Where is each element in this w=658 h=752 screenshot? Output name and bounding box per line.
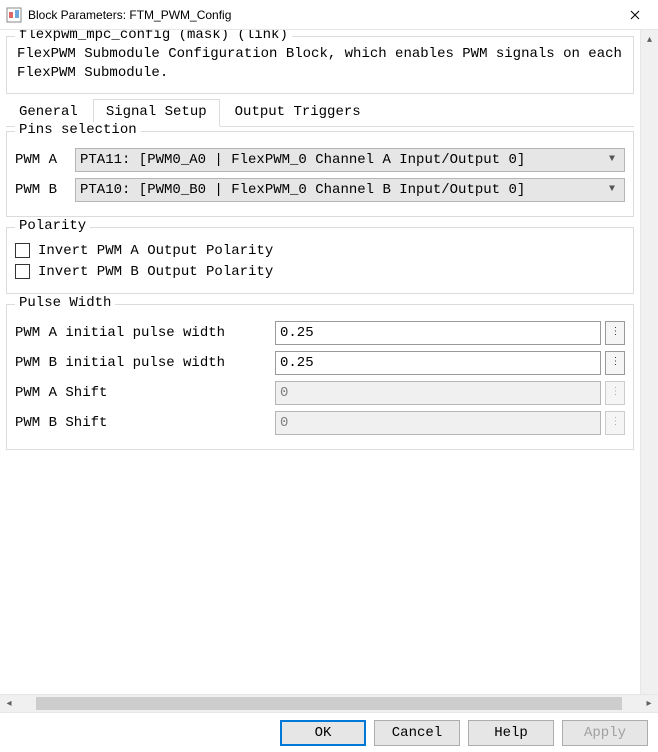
more-icon	[611, 328, 620, 338]
ok-button[interactable]: OK	[280, 720, 366, 746]
pwm-b-value: PTA10: [PWM0_B0 | FlexPWM_0 Channel B In…	[80, 182, 604, 198]
help-button[interactable]: Help	[468, 720, 554, 746]
pwm-a-pulse-input[interactable]: 0.25	[275, 321, 601, 345]
pwm-b-shift-input: 0	[275, 411, 601, 435]
mask-description-text: FlexPWM Submodule Configuration Block, w…	[17, 45, 623, 83]
pwm-a-shift-row: PWM A Shift 0	[15, 381, 625, 405]
pwm-a-dropdown[interactable]: PTA11: [PWM0_A0 | FlexPWM_0 Channel A In…	[75, 148, 625, 172]
pwm-a-pulse-label: PWM A initial pulse width	[15, 325, 275, 341]
invert-pwm-a-checkbox[interactable]: Invert PWM A Output Polarity	[15, 243, 625, 259]
scroll-track[interactable]	[18, 695, 640, 712]
pwm-b-pulse-row: PWM B initial pulse width 0.25	[15, 351, 625, 375]
vertical-scrollbar[interactable]: ▴	[640, 30, 658, 694]
pwm-b-pulse-input[interactable]: 0.25	[275, 351, 601, 375]
pwm-a-value: PTA11: [PWM0_A0 | FlexPWM_0 Channel A In…	[80, 152, 604, 168]
pwm-b-pulse-value: 0.25	[280, 355, 314, 371]
pwm-a-label: PWM A	[15, 152, 75, 168]
more-icon	[611, 358, 620, 368]
titlebar: Block Parameters: FTM_PWM_Config	[0, 0, 658, 30]
tab-output-triggers[interactable]: Output Triggers	[222, 99, 374, 127]
apply-button: Apply	[562, 720, 648, 746]
app-icon	[6, 7, 22, 23]
pulse-width-group: Pulse Width PWM A initial pulse width 0.…	[6, 304, 634, 450]
pwm-b-dropdown[interactable]: PTA10: [PWM0_B0 | FlexPWM_0 Channel B In…	[75, 178, 625, 202]
pwm-a-row: PWM A PTA11: [PWM0_A0 | FlexPWM_0 Channe…	[15, 148, 625, 172]
pwm-a-shift-input: 0	[275, 381, 601, 405]
close-icon	[630, 10, 640, 20]
pwm-a-shift-more-button	[605, 381, 625, 405]
scroll-right-icon[interactable]: ▸	[640, 695, 658, 712]
invert-pwm-b-label: Invert PWM B Output Polarity	[38, 264, 273, 280]
polarity-legend: Polarity	[15, 218, 90, 234]
scroll-up-icon[interactable]: ▴	[641, 30, 658, 48]
pwm-b-shift-row: PWM B Shift 0	[15, 411, 625, 435]
pwm-b-pulse-more-button[interactable]	[605, 351, 625, 375]
pwm-a-shift-label: PWM A Shift	[15, 385, 275, 401]
dialog-body: flexpwm_mpc_config (mask) (link) FlexPWM…	[0, 30, 640, 694]
pwm-a-pulse-more-button[interactable]	[605, 321, 625, 345]
polarity-group: Polarity Invert PWM A Output Polarity In…	[6, 227, 634, 294]
window-title: Block Parameters: FTM_PWM_Config	[28, 8, 612, 22]
pwm-b-shift-more-button	[605, 411, 625, 435]
pwm-b-shift-label: PWM B Shift	[15, 415, 275, 431]
pwm-a-pulse-row: PWM A initial pulse width 0.25	[15, 321, 625, 345]
mask-legend: flexpwm_mpc_config (mask) (link)	[15, 30, 292, 43]
pwm-b-row: PWM B PTA10: [PWM0_B0 | FlexPWM_0 Channe…	[15, 178, 625, 202]
pwm-b-shift-value: 0	[280, 415, 288, 431]
pwm-a-pulse-value: 0.25	[280, 325, 314, 341]
horizontal-scrollbar[interactable]: ◂ ▸	[0, 694, 658, 712]
button-bar: OK Cancel Help Apply	[0, 712, 658, 752]
pins-selection-legend: Pins selection	[15, 122, 141, 138]
more-icon	[611, 388, 620, 398]
chevron-down-icon: ▼	[604, 154, 620, 165]
invert-pwm-b-checkbox[interactable]: Invert PWM B Output Polarity	[15, 264, 625, 280]
checkbox-box-icon	[15, 264, 30, 279]
pwm-a-shift-value: 0	[280, 385, 288, 401]
scroll-thumb[interactable]	[36, 697, 622, 710]
window-close-button[interactable]	[612, 0, 658, 30]
checkbox-box-icon	[15, 243, 30, 258]
pins-selection-group: Pins selection PWM A PTA11: [PWM0_A0 | F…	[6, 131, 634, 217]
chevron-down-icon: ▼	[604, 184, 620, 195]
pulse-width-legend: Pulse Width	[15, 295, 115, 311]
scroll-left-icon[interactable]: ◂	[0, 695, 18, 712]
invert-pwm-a-label: Invert PWM A Output Polarity	[38, 243, 273, 259]
cancel-button[interactable]: Cancel	[374, 720, 460, 746]
mask-description-group: flexpwm_mpc_config (mask) (link) FlexPWM…	[6, 36, 634, 94]
pwm-b-label: PWM B	[15, 182, 75, 198]
pwm-b-pulse-label: PWM B initial pulse width	[15, 355, 275, 371]
more-icon	[611, 418, 620, 428]
